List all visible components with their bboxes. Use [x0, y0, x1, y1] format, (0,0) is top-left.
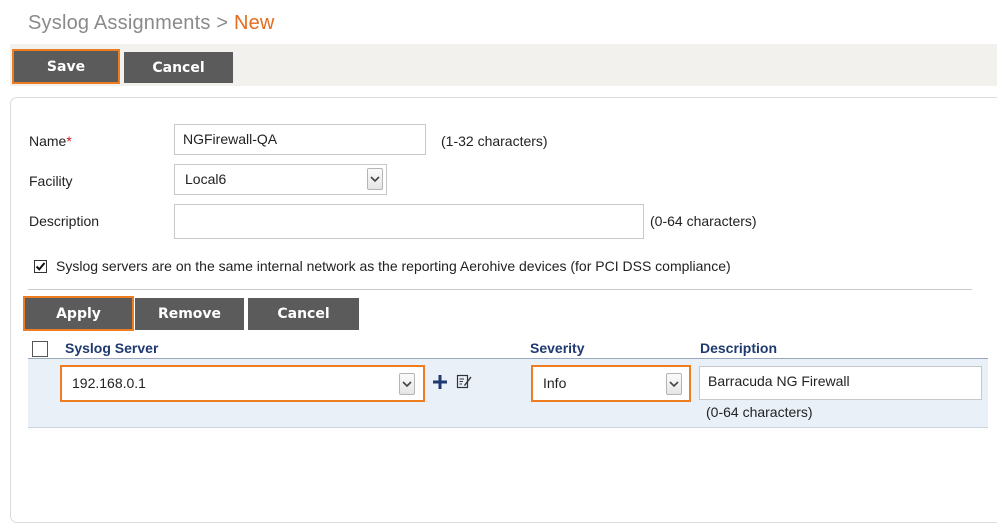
pci-checkbox[interactable] — [34, 260, 47, 273]
server-description-input[interactable]: Barracuda NG Firewall — [699, 366, 982, 400]
add-icon[interactable] — [432, 374, 448, 390]
section-divider — [28, 289, 972, 290]
name-input[interactable]: NGFirewall-QA — [174, 124, 426, 155]
remove-button[interactable]: Remove — [135, 298, 244, 330]
facility-select[interactable]: Local6 — [174, 164, 387, 195]
description-input[interactable] — [174, 204, 644, 239]
select-all-checkbox[interactable] — [32, 341, 48, 357]
facility-value: Local6 — [185, 171, 227, 187]
name-hint: (1-32 characters) — [441, 133, 548, 149]
edit-icon[interactable] — [456, 373, 472, 389]
pci-checkbox-label: Syslog servers are on the same internal … — [56, 258, 731, 274]
syslog-server-select[interactable]: 192.168.0.1 — [60, 365, 425, 402]
cancel-button[interactable]: Cancel — [124, 52, 233, 83]
save-button[interactable]: Save — [12, 49, 120, 84]
severity-value: Info — [543, 375, 567, 391]
column-syslog-server: Syslog Server — [65, 340, 159, 356]
chevron-down-icon[interactable] — [399, 373, 415, 395]
syslog-server-value: 192.168.0.1 — [72, 375, 146, 391]
apply-button[interactable]: Apply — [23, 296, 134, 331]
server-cancel-button[interactable]: Cancel — [248, 298, 359, 330]
column-description: Description — [700, 340, 778, 356]
description-label: Description — [29, 213, 100, 229]
chevron-down-icon[interactable] — [367, 168, 383, 190]
name-label: Name* — [29, 133, 72, 149]
checkmark-icon — [35, 262, 46, 271]
table-row-divider — [28, 427, 988, 428]
server-description-hint: (0-64 characters) — [706, 404, 813, 420]
column-severity: Severity — [530, 340, 585, 356]
severity-select[interactable]: Info — [531, 365, 691, 402]
page-title: Syslog Assignments > New — [28, 12, 275, 35]
chevron-down-icon[interactable] — [666, 373, 682, 395]
title-prefix: Syslog Assignments > — [28, 12, 234, 34]
title-new: New — [233, 12, 275, 34]
description-hint: (0-64 characters) — [650, 213, 757, 229]
facility-label: Facility — [29, 173, 73, 189]
required-mark: * — [66, 133, 72, 149]
